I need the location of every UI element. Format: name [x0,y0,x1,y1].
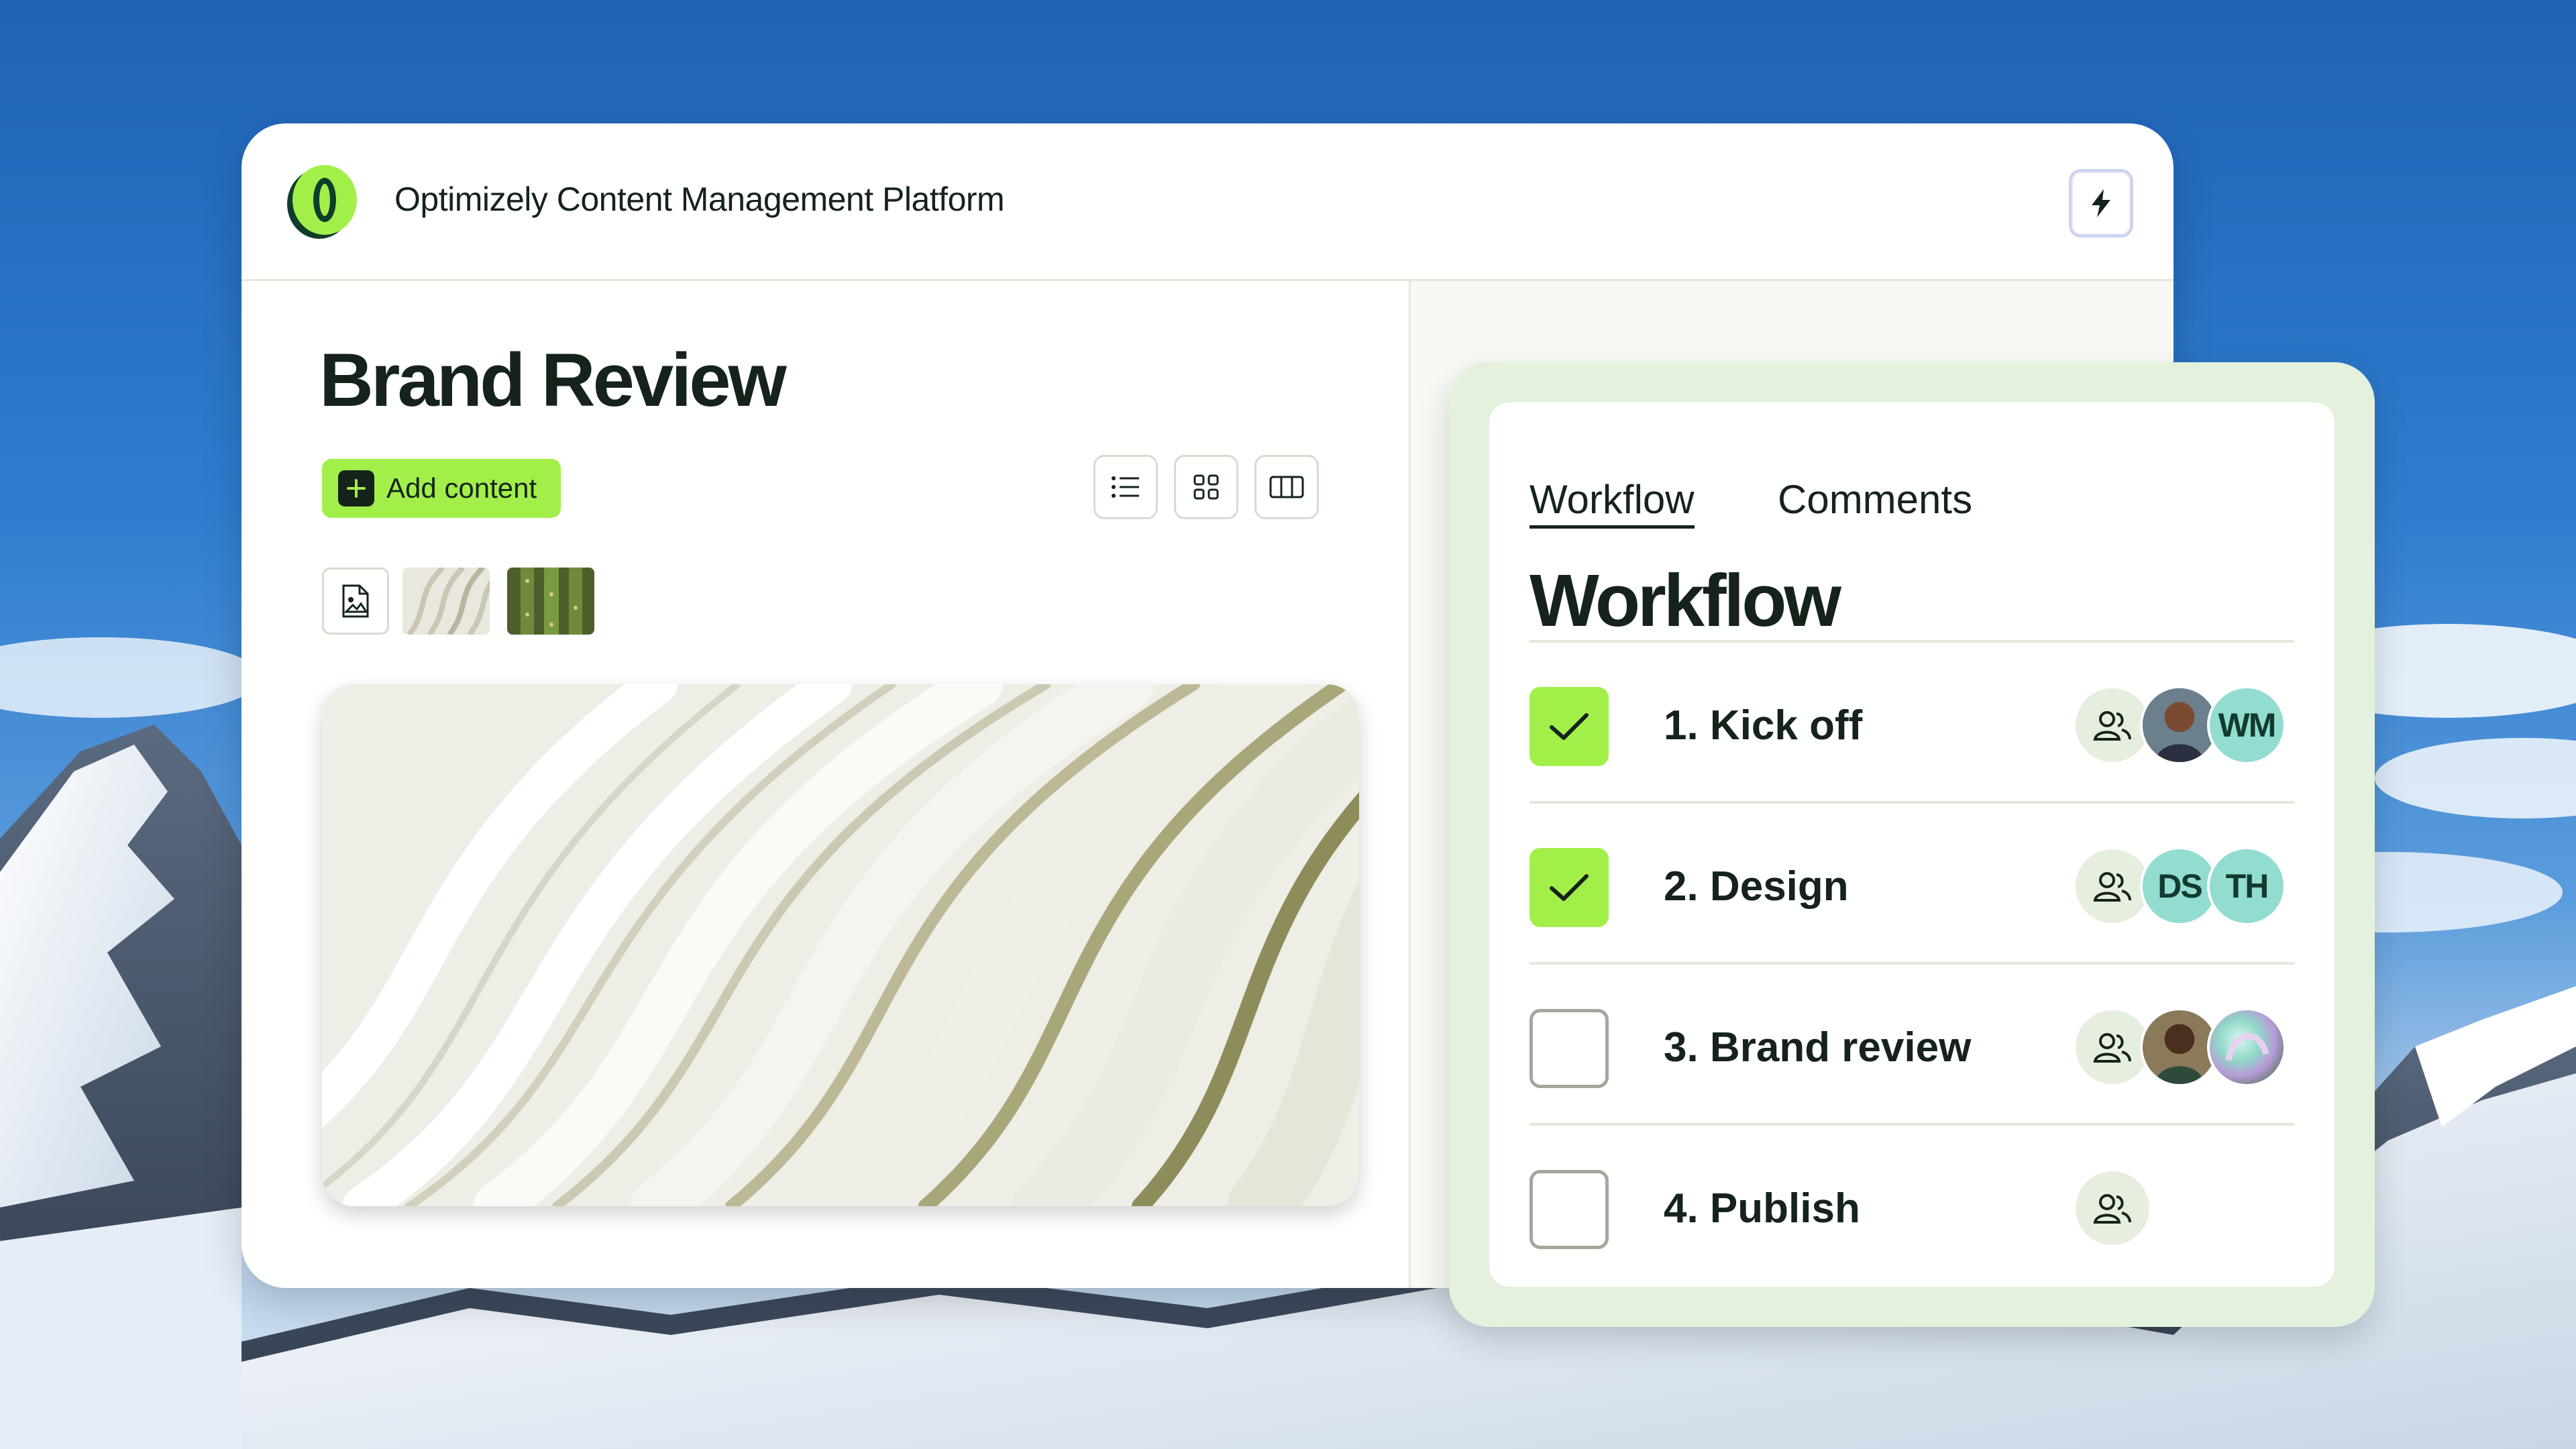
step-checkbox[interactable] [1529,1009,1609,1088]
quick-action-button[interactable] [2069,169,2133,237]
optimizely-logo-icon[interactable] [286,162,360,241]
avatar-wm[interactable]: WM [2207,686,2286,765]
assignee-group [2073,1169,2294,1248]
cactus-thumbnail[interactable] [507,568,594,635]
grid-view-button[interactable] [1174,455,1238,519]
checkmark-icon [1550,713,1589,740]
columns-view-button[interactable] [1254,455,1319,519]
workflow-card: Workflow Comments Workflow 1. Kick off W… [1489,402,2334,1287]
tab-workflow[interactable]: Workflow [1529,476,1695,529]
assignee-group: DS TH [2073,847,2294,926]
workflow-step-kick-off[interactable]: 1. Kick off WM [1529,640,2294,804]
workflow-step-design[interactable]: 2. Design DS TH [1529,801,2294,965]
tab-comments[interactable]: Comments [1778,476,1972,523]
white-waves-thumbnail[interactable] [402,568,490,635]
lightning-bolt-icon [2092,189,2110,217]
image-file-icon [342,584,369,618]
top-bar: Optimizely Content Management Platform [241,123,2174,281]
image-file-thumbnail[interactable] [322,568,389,635]
step-label: 2. Design [1664,863,1849,910]
workflow-step-publish[interactable]: 4. Publish [1529,1123,2294,1287]
step-checkbox[interactable] [1529,1170,1609,1249]
add-content-button[interactable]: Add content [322,459,561,518]
pane-divider [1409,279,1411,1288]
checkmark-icon [1550,874,1589,901]
step-label: 4. Publish [1664,1185,1860,1232]
workflow-panel: Workflow Comments Workflow 1. Kick off W… [1449,362,2375,1327]
assignee-group [2073,1008,2294,1087]
step-label: 1. Kick off [1664,702,1863,749]
grid-view-icon [1193,474,1219,500]
page-title: Brand Review [319,338,787,422]
workflow-title: Workflow [1529,559,1841,642]
columns-view-icon [1269,476,1304,498]
plus-icon [338,470,374,506]
list-view-icon [1112,476,1139,498]
list-view-button[interactable] [1093,455,1158,519]
avatar-th[interactable]: TH [2207,847,2286,926]
app-title: Optimizely Content Management Platform [394,180,1005,218]
assignee-group: WM [2073,686,2294,765]
step-label: 3. Brand review [1664,1024,1972,1071]
add-content-label: Add content [386,472,537,504]
hero-image-white-waves[interactable] [322,684,1359,1206]
workflow-step-brand-review[interactable]: 3. Brand review [1529,962,2294,1126]
step-checkbox[interactable] [1529,848,1609,927]
step-checkbox[interactable] [1529,687,1609,766]
avatar-abstract[interactable] [2207,1008,2286,1087]
assign-users-icon[interactable] [2073,1169,2152,1248]
